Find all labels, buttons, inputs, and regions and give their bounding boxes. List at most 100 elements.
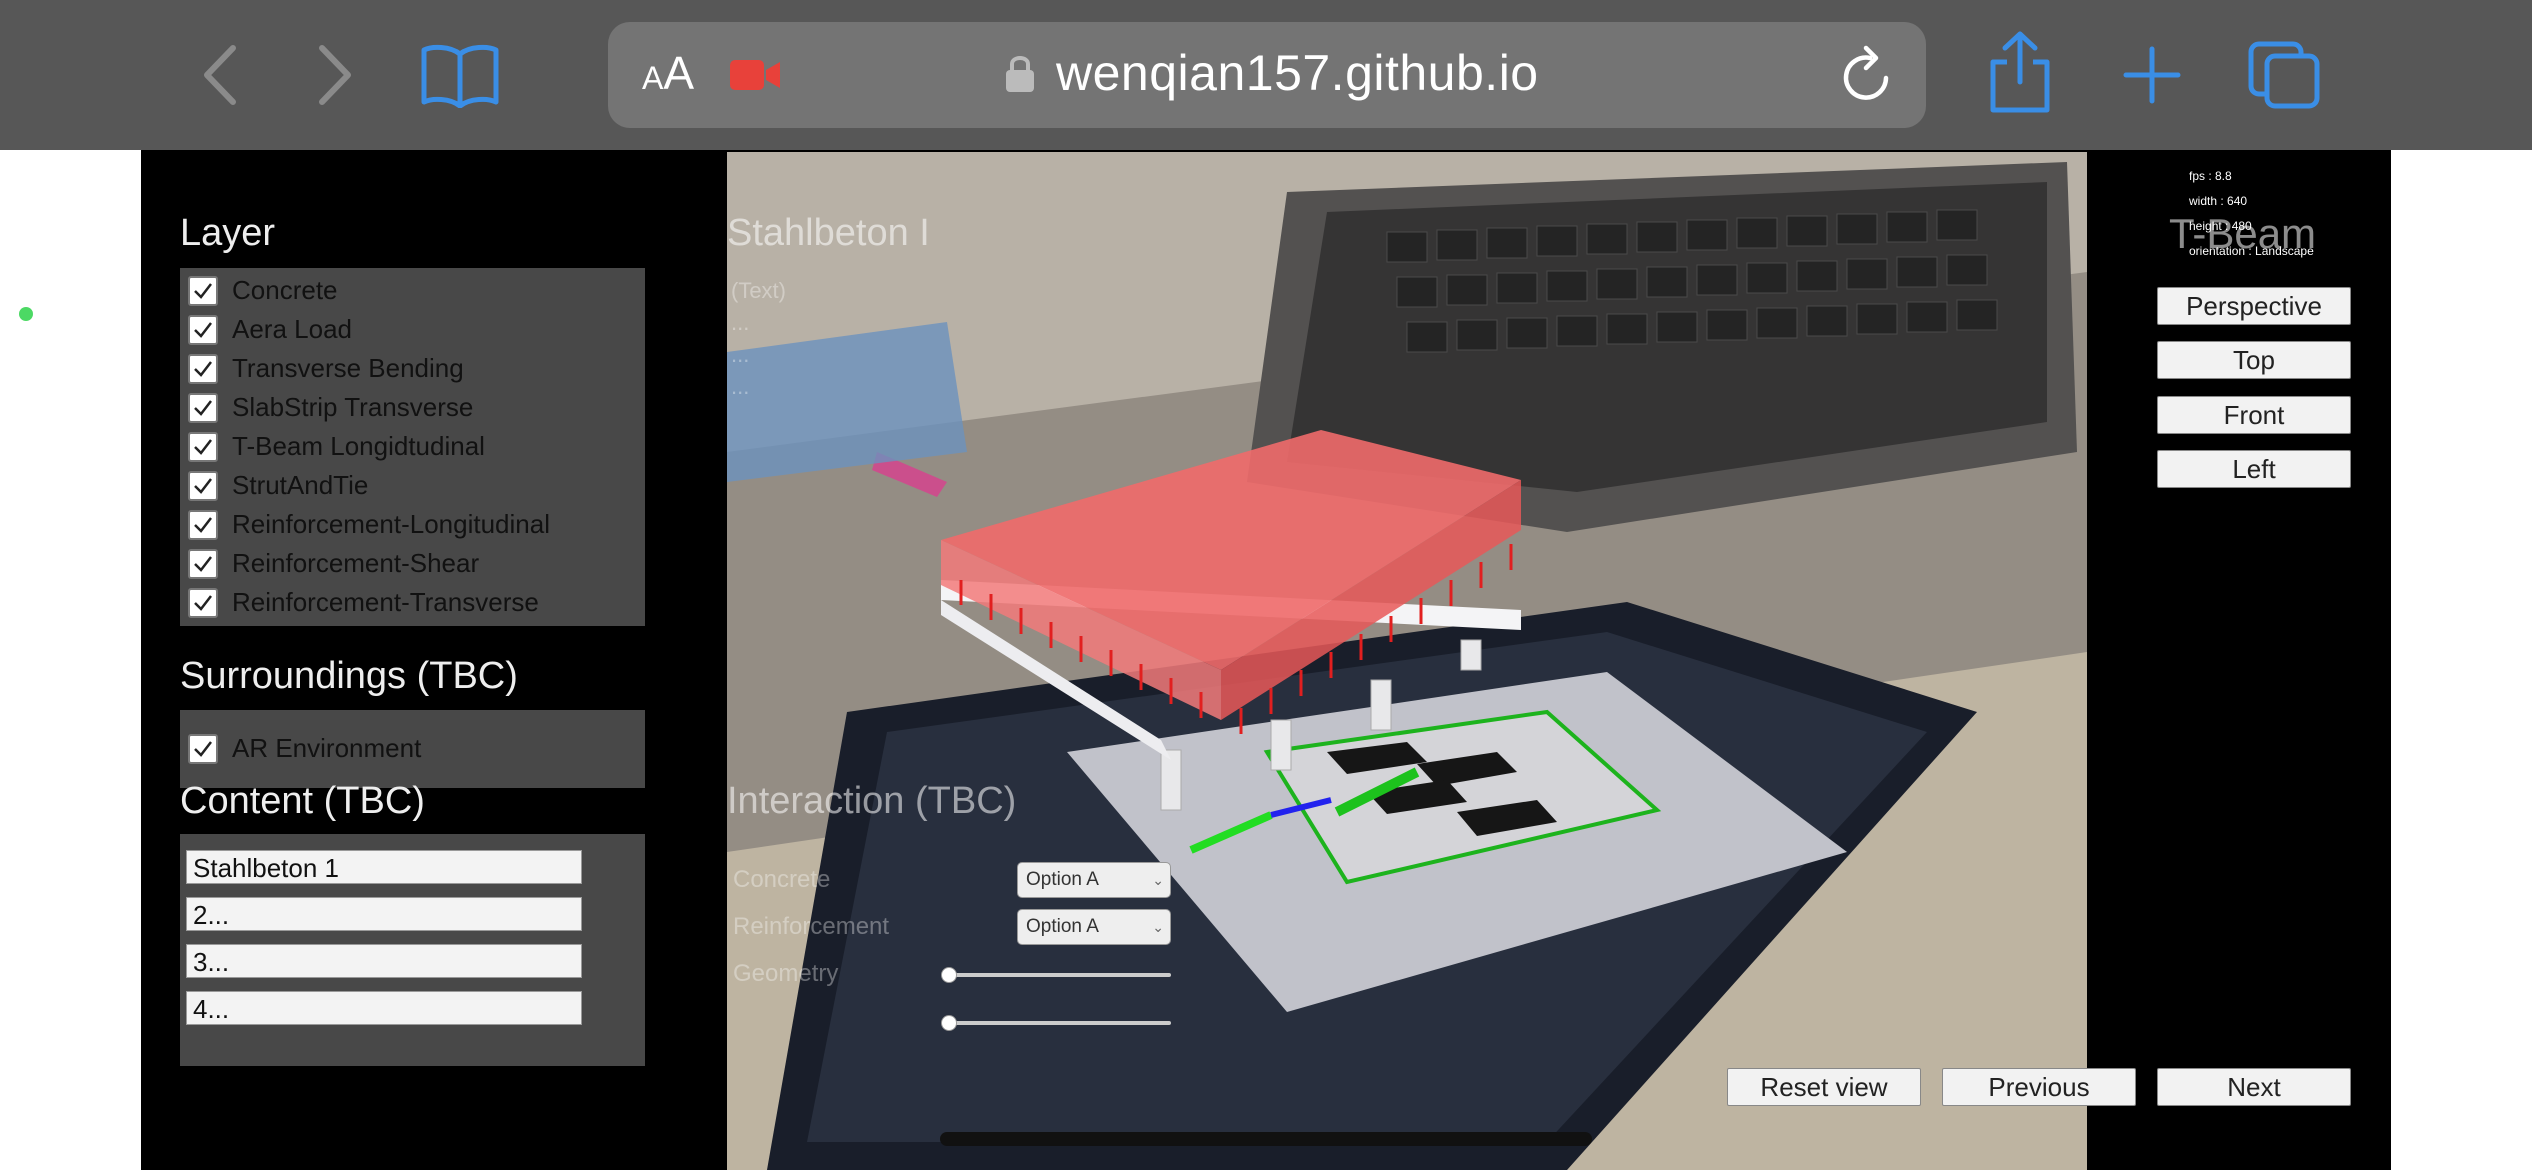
front-view-button[interactable]: Front bbox=[2157, 396, 2351, 434]
previous-button[interactable]: Previous bbox=[1942, 1068, 2136, 1106]
status-dot bbox=[19, 307, 33, 321]
model-title: T-Beam bbox=[2169, 210, 2317, 257]
layer-checkbox[interactable]: Aera Load bbox=[180, 310, 645, 349]
layer-checkbox[interactable]: Concrete bbox=[180, 271, 645, 310]
content-input-1[interactable]: Stahlbeton 1 bbox=[186, 850, 582, 884]
left-view-button[interactable]: Left bbox=[2157, 450, 2351, 488]
checkbox-ar-environment[interactable]: AR Environment bbox=[180, 729, 645, 768]
new-tab-button[interactable] bbox=[2112, 35, 2192, 115]
lock-icon bbox=[1004, 52, 1036, 99]
chevron-left-icon bbox=[204, 45, 236, 105]
checkmark-icon bbox=[194, 321, 212, 338]
checkbox-label: Reinforcement-Transverse bbox=[232, 587, 539, 617]
checkmark-icon bbox=[194, 360, 212, 377]
slider-handle[interactable] bbox=[941, 1015, 957, 1031]
content-input-4[interactable]: 4... bbox=[186, 991, 582, 1025]
layer-checkbox[interactable]: Transverse Bending bbox=[180, 349, 645, 388]
book-icon bbox=[421, 44, 499, 108]
checkbox-label: StrutAndTie bbox=[232, 470, 369, 500]
checkbox-box[interactable] bbox=[188, 733, 218, 764]
concrete-label: Concrete bbox=[733, 866, 831, 893]
t-beam-3d-model[interactable] bbox=[941, 420, 1581, 880]
overlay-title: Stahlbeton I bbox=[727, 212, 930, 254]
layer-checkbox[interactable]: StrutAndTie bbox=[180, 466, 645, 505]
checkmark-icon bbox=[194, 594, 212, 611]
browser-toolbar: AA wenqian157.github.io bbox=[0, 0, 2532, 150]
reinforcement-label: Reinforcement bbox=[733, 913, 890, 940]
layer-list: Concrete Aera Load Transverse Bending SlabS… bbox=[180, 268, 645, 626]
layer-checkbox[interactable]: Reinforcement-Longitudinal bbox=[180, 505, 645, 544]
tabs-icon bbox=[2248, 41, 2320, 109]
checkmark-icon bbox=[194, 740, 212, 757]
forward-button[interactable] bbox=[295, 35, 375, 115]
share-button[interactable] bbox=[1980, 28, 2060, 118]
concrete-select-value: Option A bbox=[1026, 869, 1099, 890]
checkbox-label: Concrete bbox=[232, 275, 338, 305]
bookmarks-button[interactable] bbox=[415, 35, 505, 115]
checkmark-icon bbox=[194, 555, 212, 572]
checkbox-label: AR Environment bbox=[232, 733, 422, 763]
checkbox-label: Aera Load bbox=[232, 314, 352, 344]
checkbox-label: Reinforcement-Shear bbox=[232, 548, 480, 578]
web-page: Layer Concrete Aera Load Transverse Bendin… bbox=[141, 150, 2391, 1170]
reload-icon[interactable] bbox=[1840, 44, 1896, 109]
overlay-line-4: ... bbox=[731, 374, 750, 399]
reset-view-button[interactable]: Reset view bbox=[1727, 1068, 1921, 1106]
checkbox-box[interactable] bbox=[188, 392, 218, 423]
slider-handle[interactable] bbox=[941, 967, 957, 983]
checkbox-box[interactable] bbox=[188, 587, 218, 618]
share-icon bbox=[1990, 31, 2050, 113]
checkbox-box[interactable] bbox=[188, 353, 218, 384]
surroundings-panel-title: Surroundings (TBC) bbox=[180, 655, 518, 697]
geometry-label: Geometry bbox=[733, 960, 839, 987]
next-button[interactable]: Next bbox=[2157, 1068, 2351, 1106]
reinforcement-select-value: Option A bbox=[1026, 916, 1099, 937]
checkbox-label: Transverse Bending bbox=[232, 353, 464, 383]
chevron-down-icon: ⌄ bbox=[1152, 871, 1164, 888]
layer-checkbox[interactable]: T-Beam Longidtudinal bbox=[180, 427, 645, 466]
text-size-button[interactable]: AA bbox=[642, 46, 694, 100]
checkbox-box[interactable] bbox=[188, 275, 218, 306]
checkmark-icon bbox=[194, 399, 212, 416]
content-panel-title: Content (TBC) bbox=[180, 780, 425, 822]
camera-recording-icon[interactable] bbox=[730, 58, 782, 97]
home-indicator bbox=[940, 1132, 1592, 1146]
checkbox-box[interactable] bbox=[188, 431, 218, 462]
checkbox-label: T-Beam Longidtudinal bbox=[232, 431, 485, 461]
checkmark-icon bbox=[194, 438, 212, 455]
reinforcement-select[interactable]: Option A ⌄ bbox=[1017, 909, 1171, 945]
surroundings-list: AR Environment bbox=[180, 710, 645, 788]
checkbox-box[interactable] bbox=[188, 314, 218, 345]
overlay-line-1: (Text) bbox=[731, 278, 786, 303]
checkbox-label: Reinforcement-Longitudinal bbox=[232, 509, 550, 539]
geometry-slider-1[interactable] bbox=[941, 967, 1171, 983]
layer-checkbox[interactable]: SlabStrip Transverse bbox=[180, 388, 645, 427]
checkbox-box[interactable] bbox=[188, 548, 218, 579]
layer-panel-title: Layer bbox=[180, 212, 276, 254]
chevron-right-icon bbox=[319, 45, 351, 105]
checkmark-icon bbox=[194, 282, 212, 299]
content-input-2[interactable]: 2... bbox=[186, 897, 582, 931]
checkmark-icon bbox=[194, 516, 212, 533]
url-text[interactable]: wenqian157.github.io bbox=[1056, 44, 1539, 102]
checkbox-box[interactable] bbox=[188, 509, 218, 540]
layer-checkbox[interactable]: Reinforcement-Shear bbox=[180, 544, 645, 583]
overlay-line-2: ... bbox=[731, 310, 750, 335]
geometry-slider-2[interactable] bbox=[941, 1015, 1171, 1031]
perspective-button[interactable]: Perspective bbox=[2157, 287, 2351, 325]
tabs-button[interactable] bbox=[2245, 35, 2325, 115]
layer-checkbox[interactable]: Reinforcement-Transverse bbox=[180, 583, 645, 622]
checkbox-label: SlabStrip Transverse bbox=[232, 392, 474, 422]
chevron-down-icon: ⌄ bbox=[1152, 918, 1164, 935]
content-list: Stahlbeton 1 2... 3... 4... bbox=[180, 834, 645, 1066]
top-view-button[interactable]: Top bbox=[2157, 341, 2351, 379]
overlay-line-3: ... bbox=[731, 342, 750, 367]
overlay-text: (Text) ... ... ... bbox=[731, 275, 786, 403]
concrete-select[interactable]: Option A ⌄ bbox=[1017, 862, 1171, 898]
back-button[interactable] bbox=[180, 35, 260, 115]
interaction-panel-title: Interaction (TBC) bbox=[727, 780, 1017, 822]
content-input-3[interactable]: 3... bbox=[186, 944, 582, 978]
checkbox-box[interactable] bbox=[188, 470, 218, 501]
fps-stat: fps : 8.8 bbox=[2189, 169, 2232, 183]
checkmark-icon bbox=[194, 477, 212, 494]
